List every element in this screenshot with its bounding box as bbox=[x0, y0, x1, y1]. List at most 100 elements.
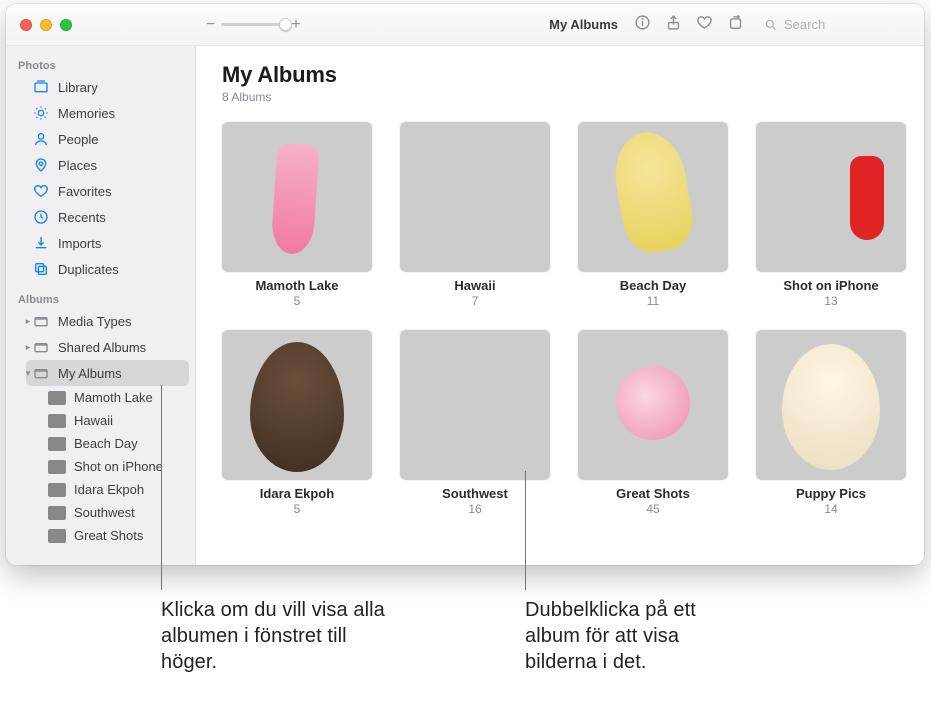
favorite-icon[interactable] bbox=[696, 14, 713, 36]
album-thumb-icon bbox=[48, 506, 66, 520]
window-controls bbox=[6, 19, 196, 31]
album-count: 45 bbox=[578, 502, 728, 516]
search-field[interactable] bbox=[764, 17, 914, 32]
album-thumb-icon bbox=[48, 391, 66, 405]
sidebar-album-idara-ekpoh[interactable]: Idara Ekpoh bbox=[42, 478, 189, 501]
album-tile[interactable]: Shot on iPhone 13 bbox=[756, 122, 906, 308]
album-thumb-icon bbox=[48, 529, 66, 543]
sidebar-album-beach-day[interactable]: Beach Day bbox=[42, 432, 189, 455]
chevron-right-icon[interactable]: ▸ bbox=[23, 342, 33, 353]
sidebar-section-photos: Photos bbox=[12, 56, 189, 74]
sidebar-item-label: People bbox=[58, 132, 183, 147]
callout-left: Klicka om du vill visa alla albumen i fö… bbox=[161, 597, 401, 675]
sidebar-album-shot-on-iphone[interactable]: Shot on iPhone bbox=[42, 455, 189, 478]
album-count: 13 bbox=[756, 294, 906, 308]
zoom-slider[interactable]: − + bbox=[206, 16, 301, 34]
sidebar-item-label: Imports bbox=[58, 236, 183, 251]
album-cover bbox=[400, 122, 550, 272]
callout-right: Dubbelklicka på ett album för att visa b… bbox=[525, 597, 755, 675]
album-tile[interactable]: Mamoth Lake 5 bbox=[222, 122, 372, 308]
sidebar-item-label: Duplicates bbox=[58, 262, 183, 277]
clock-icon bbox=[33, 209, 49, 225]
search-input[interactable] bbox=[784, 17, 894, 32]
sidebar-item-my-albums[interactable]: ▾ My Albums bbox=[26, 360, 189, 386]
duplicates-icon bbox=[33, 261, 49, 277]
sidebar-album-mamoth-lake[interactable]: Mamoth Lake bbox=[42, 386, 189, 409]
sidebar-item-label: Beach Day bbox=[74, 436, 183, 451]
album-count: 5 bbox=[222, 294, 372, 308]
sidebar-item-label: My Albums bbox=[58, 366, 183, 381]
album-tile[interactable]: Great Shots 45 bbox=[578, 330, 728, 516]
callout-leader-line bbox=[525, 471, 526, 590]
minimize-window-button[interactable] bbox=[40, 19, 52, 31]
album-name: Great Shots bbox=[578, 486, 728, 501]
sidebar-item-people[interactable]: People bbox=[26, 126, 189, 152]
sidebar-item-recents[interactable]: Recents bbox=[26, 204, 189, 230]
album-tile[interactable]: Beach Day 11 bbox=[578, 122, 728, 308]
sidebar-item-memories[interactable]: Memories bbox=[26, 100, 189, 126]
album-thumb-icon bbox=[48, 483, 66, 497]
share-icon[interactable] bbox=[665, 14, 682, 36]
sidebar-item-imports[interactable]: Imports bbox=[26, 230, 189, 256]
album-name: Hawaii bbox=[400, 278, 550, 293]
folder-icon bbox=[33, 313, 49, 329]
rotate-icon[interactable] bbox=[727, 14, 744, 36]
sidebar-item-favorites[interactable]: Favorites bbox=[26, 178, 189, 204]
info-icon[interactable] bbox=[634, 14, 651, 36]
sidebar-item-label: Media Types bbox=[58, 314, 183, 329]
sidebar-item-label: Memories bbox=[58, 106, 183, 121]
zoom-out-icon: − bbox=[206, 16, 215, 34]
photos-window: − + My Albums bbox=[6, 4, 924, 565]
album-count: 5 bbox=[222, 502, 372, 516]
sidebar-item-media-types[interactable]: ▸ Media Types bbox=[26, 308, 189, 334]
sidebar-item-label: Shared Albums bbox=[58, 340, 183, 355]
album-tile[interactable]: Southwest 16 bbox=[400, 330, 550, 516]
page-subtitle: 8 Albums bbox=[222, 90, 898, 104]
close-window-button[interactable] bbox=[20, 19, 32, 31]
zoom-in-icon: + bbox=[291, 16, 300, 34]
sidebar: Photos Library Memories People Places Fa… bbox=[6, 46, 196, 565]
sidebar-item-label: Hawaii bbox=[74, 413, 183, 428]
sidebar-item-label: Places bbox=[58, 158, 183, 173]
sidebar-item-library[interactable]: Library bbox=[26, 74, 189, 100]
fullscreen-window-button[interactable] bbox=[60, 19, 72, 31]
album-name: Mamoth Lake bbox=[222, 278, 372, 293]
folder-icon bbox=[33, 339, 49, 355]
sidebar-album-great-shots[interactable]: Great Shots bbox=[42, 524, 189, 547]
chevron-right-icon[interactable]: ▸ bbox=[23, 316, 33, 327]
album-thumb-icon bbox=[48, 460, 66, 474]
album-thumb-icon bbox=[48, 437, 66, 451]
sidebar-item-label: Southwest bbox=[74, 505, 183, 520]
album-count: 14 bbox=[756, 502, 906, 516]
people-icon bbox=[33, 131, 49, 147]
chevron-down-icon[interactable]: ▾ bbox=[23, 368, 33, 379]
album-tile[interactable]: Idara Ekpoh 5 bbox=[222, 330, 372, 516]
heart-icon bbox=[33, 183, 49, 199]
album-name: Idara Ekpoh bbox=[222, 486, 372, 501]
album-name: Shot on iPhone bbox=[756, 278, 906, 293]
album-count: 11 bbox=[578, 294, 728, 308]
sidebar-item-label: Favorites bbox=[58, 184, 183, 199]
sidebar-item-shared-albums[interactable]: ▸ Shared Albums bbox=[26, 334, 189, 360]
memories-icon bbox=[33, 105, 49, 121]
library-icon bbox=[33, 79, 49, 95]
folder-icon bbox=[33, 365, 49, 381]
album-tile[interactable]: Hawaii 7 bbox=[400, 122, 550, 308]
sidebar-album-southwest[interactable]: Southwest bbox=[42, 501, 189, 524]
sidebar-item-label: Shot on iPhone bbox=[74, 459, 183, 474]
sidebar-item-duplicates[interactable]: Duplicates bbox=[26, 256, 189, 282]
search-icon bbox=[764, 18, 778, 32]
album-thumb-icon bbox=[48, 414, 66, 428]
sidebar-item-places[interactable]: Places bbox=[26, 152, 189, 178]
page-title: My Albums bbox=[222, 62, 898, 88]
album-tile[interactable]: Puppy Pics 14 bbox=[756, 330, 906, 516]
album-cover bbox=[578, 330, 728, 480]
album-name: Southwest bbox=[400, 486, 550, 501]
album-cover bbox=[756, 330, 906, 480]
sidebar-item-label: Mamoth Lake bbox=[74, 390, 183, 405]
sidebar-album-hawaii[interactable]: Hawaii bbox=[42, 409, 189, 432]
album-count: 16 bbox=[400, 502, 550, 516]
content-area: My Albums 8 Albums Mamoth Lake 5 Hawaii … bbox=[196, 46, 924, 565]
album-cover bbox=[222, 122, 372, 272]
album-name: Beach Day bbox=[578, 278, 728, 293]
